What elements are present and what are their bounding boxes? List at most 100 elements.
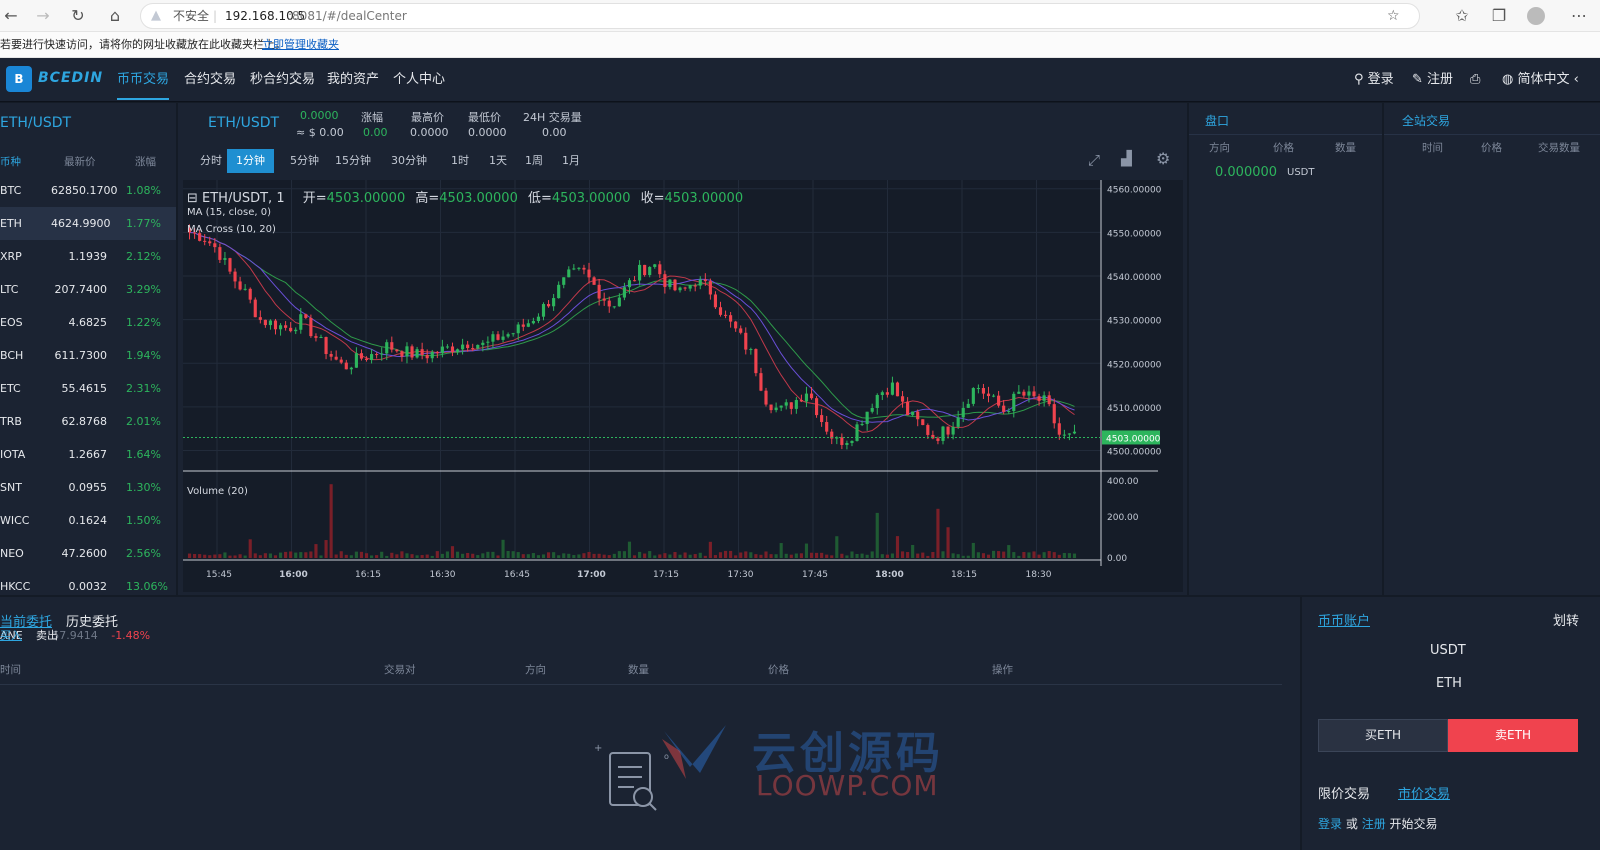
market-header-price[interactable]: 最新价 [64, 154, 96, 169]
volume-bar [754, 554, 758, 558]
profile-avatar[interactable] [1527, 7, 1545, 25]
home-icon[interactable]: ⌂ [104, 5, 126, 27]
interval-tab-5[interactable]: 1时 [442, 149, 478, 173]
star-add-icon[interactable]: ☆ [1387, 4, 1400, 28]
sell-eth-button[interactable]: 卖ETH [1448, 719, 1578, 752]
login-prompt: 登录 或 注册 开始交易 [1318, 815, 1438, 832]
fullscreen-icon[interactable]: ⤢ [1088, 151, 1100, 169]
volume-bar [789, 554, 793, 558]
market-row-snt[interactable]: SNT 0.0955 1.30% [0, 471, 176, 504]
legend-high-label: 高= [415, 191, 440, 206]
volume-bar [258, 555, 262, 558]
interval-tab-6[interactable]: 1天 [480, 149, 516, 173]
market-row-iota[interactable]: IOTA 1.2667 1.64% [0, 438, 176, 471]
orders-header-price: 价格 [768, 664, 789, 676]
volume-bar [815, 552, 819, 558]
market-row-btc[interactable]: BTC 62850.1700 1.08% [0, 174, 176, 207]
print-icon[interactable]: ⎙ [1470, 58, 1480, 102]
candle-body [521, 324, 525, 327]
volume-bar [926, 555, 930, 558]
volume-bar [344, 554, 348, 558]
watermark-en: LOOWP.COM [756, 769, 939, 802]
market-row-wicc[interactable]: WICC 0.1624 1.50% [0, 504, 176, 537]
interval-tab-3[interactable]: 15分钟 [326, 149, 380, 173]
market-row-trb[interactable]: TRB 62.8768 2.01% [0, 405, 176, 438]
settings-gear-icon[interactable]: ⚙ [1156, 149, 1170, 168]
interval-tab-8[interactable]: 1月 [553, 149, 589, 173]
volume-bar [491, 551, 495, 558]
nav-contract-trading[interactable]: 合约交易 [184, 58, 236, 102]
candle-body [481, 342, 485, 345]
market-row-neo[interactable]: NEO 47.2600 2.56% [0, 537, 176, 570]
logo-icon[interactable]: B [6, 66, 32, 92]
time-tick-label: 17:30 [728, 570, 754, 580]
candle-body [820, 415, 824, 423]
volume-bar [820, 552, 824, 558]
collections-icon[interactable]: ❐ [1488, 5, 1510, 27]
prompt-login-link[interactable]: 登录 [1318, 817, 1342, 831]
volume-bar [466, 552, 470, 558]
filter-buy[interactable]: 买入 [0, 627, 22, 643]
language-selector[interactable]: ◍ 简体中文 ‹ [1502, 58, 1579, 102]
collapse-icon[interactable]: ⊟ [187, 191, 202, 206]
interval-tab-1[interactable]: 1分钟 [227, 149, 274, 173]
candle-body [440, 346, 444, 354]
interval-tab-2[interactable]: 5分钟 [281, 149, 328, 173]
market-row-hkcc[interactable]: HKCC 0.0032 13.06% [0, 570, 176, 595]
indicator-icon[interactable]: ▟ [1121, 151, 1132, 167]
market-header-change[interactable]: 涨幅 [135, 154, 156, 169]
market-row-coin: SNT [0, 481, 22, 494]
market-last-row[interactable]: ANE 57.9414 -1.48% [0, 629, 150, 642]
candlestick-chart[interactable]: 4560.00000 4550.00000 4540.00000 4530.00000… [183, 180, 1183, 592]
market-row-xrp[interactable]: XRP 1.1939 2.12% [0, 240, 176, 273]
volume-bar [329, 484, 333, 558]
candle-body [228, 258, 232, 272]
favbar-manage-link[interactable]: 立即管理收藏夹 [262, 32, 339, 58]
forward-icon[interactable]: → [32, 5, 54, 27]
favorites-icon[interactable]: ✩ [1451, 5, 1473, 27]
login-link[interactable]: ⚲ 登录 [1354, 58, 1394, 102]
market-order-tab[interactable]: 市价交易 [1398, 783, 1450, 802]
address-bar[interactable]: ▲ 不安全 | 192.168.10.5 :8081/#/dealCenter … [140, 3, 1420, 29]
interval-tab-0[interactable]: 分时 [191, 149, 231, 173]
market-row-ltc[interactable]: LTC 207.7400 3.29% [0, 273, 176, 306]
candle-body [825, 422, 829, 432]
candle-body [926, 425, 930, 435]
account-title[interactable]: 币币账户 [1318, 610, 1370, 629]
candle-body [567, 269, 571, 278]
candle-body [577, 267, 581, 269]
nav-my-assets[interactable]: 我的资产 [327, 58, 379, 102]
market-header-coin[interactable]: 币种 [0, 154, 21, 169]
nav-spot-trading[interactable]: 币币交易 [117, 58, 170, 100]
filter-sell[interactable]: 卖出 [36, 627, 58, 643]
transfer-button[interactable]: 划转 [1553, 610, 1579, 629]
limit-order-tab[interactable]: 限价交易 [1318, 783, 1370, 802]
market-row-bch[interactable]: BCH 611.7300 1.94% [0, 339, 176, 372]
prompt-register-link[interactable]: 注册 [1362, 817, 1386, 831]
logo-text[interactable]: BCEDIN [38, 70, 103, 86]
nav-second-contract[interactable]: 秒合约交易 [250, 58, 315, 102]
market-row-eth[interactable]: ETH 4624.9900 1.77% [0, 207, 176, 240]
volume-bar [1062, 552, 1066, 558]
nav-personal-center[interactable]: 个人中心 [393, 58, 445, 102]
market-row-etc[interactable]: ETC 55.4615 2.31% [0, 372, 176, 405]
orderbook-unit: USDT [1287, 167, 1315, 178]
back-icon[interactable]: ← [0, 5, 22, 27]
more-icon[interactable]: ⋯ [1568, 5, 1590, 27]
orders-panel: 当前委托 历史委托 ANE 57.9414 -1.48% 买入 卖出 时间 交易… [0, 597, 1300, 850]
register-link[interactable]: ✎ 注册 [1412, 58, 1453, 102]
candle-body [723, 314, 728, 316]
volume-bar [536, 555, 541, 558]
tab-history-orders[interactable]: 历史委托 [66, 611, 118, 630]
register-label: 注册 [1427, 72, 1454, 87]
buy-eth-button[interactable]: 买ETH [1318, 719, 1448, 752]
volume-bar [501, 539, 505, 558]
interval-tab-4[interactable]: 30分钟 [382, 149, 436, 173]
market-row-eos[interactable]: EOS 4.6825 1.22% [0, 306, 176, 339]
interval-tab-7[interactable]: 1周 [516, 149, 552, 173]
candle-body [713, 294, 718, 308]
volume-bar [663, 553, 667, 558]
volume-bar [855, 553, 859, 558]
refresh-icon[interactable]: ↻ [67, 5, 89, 27]
candle-body [294, 329, 298, 332]
